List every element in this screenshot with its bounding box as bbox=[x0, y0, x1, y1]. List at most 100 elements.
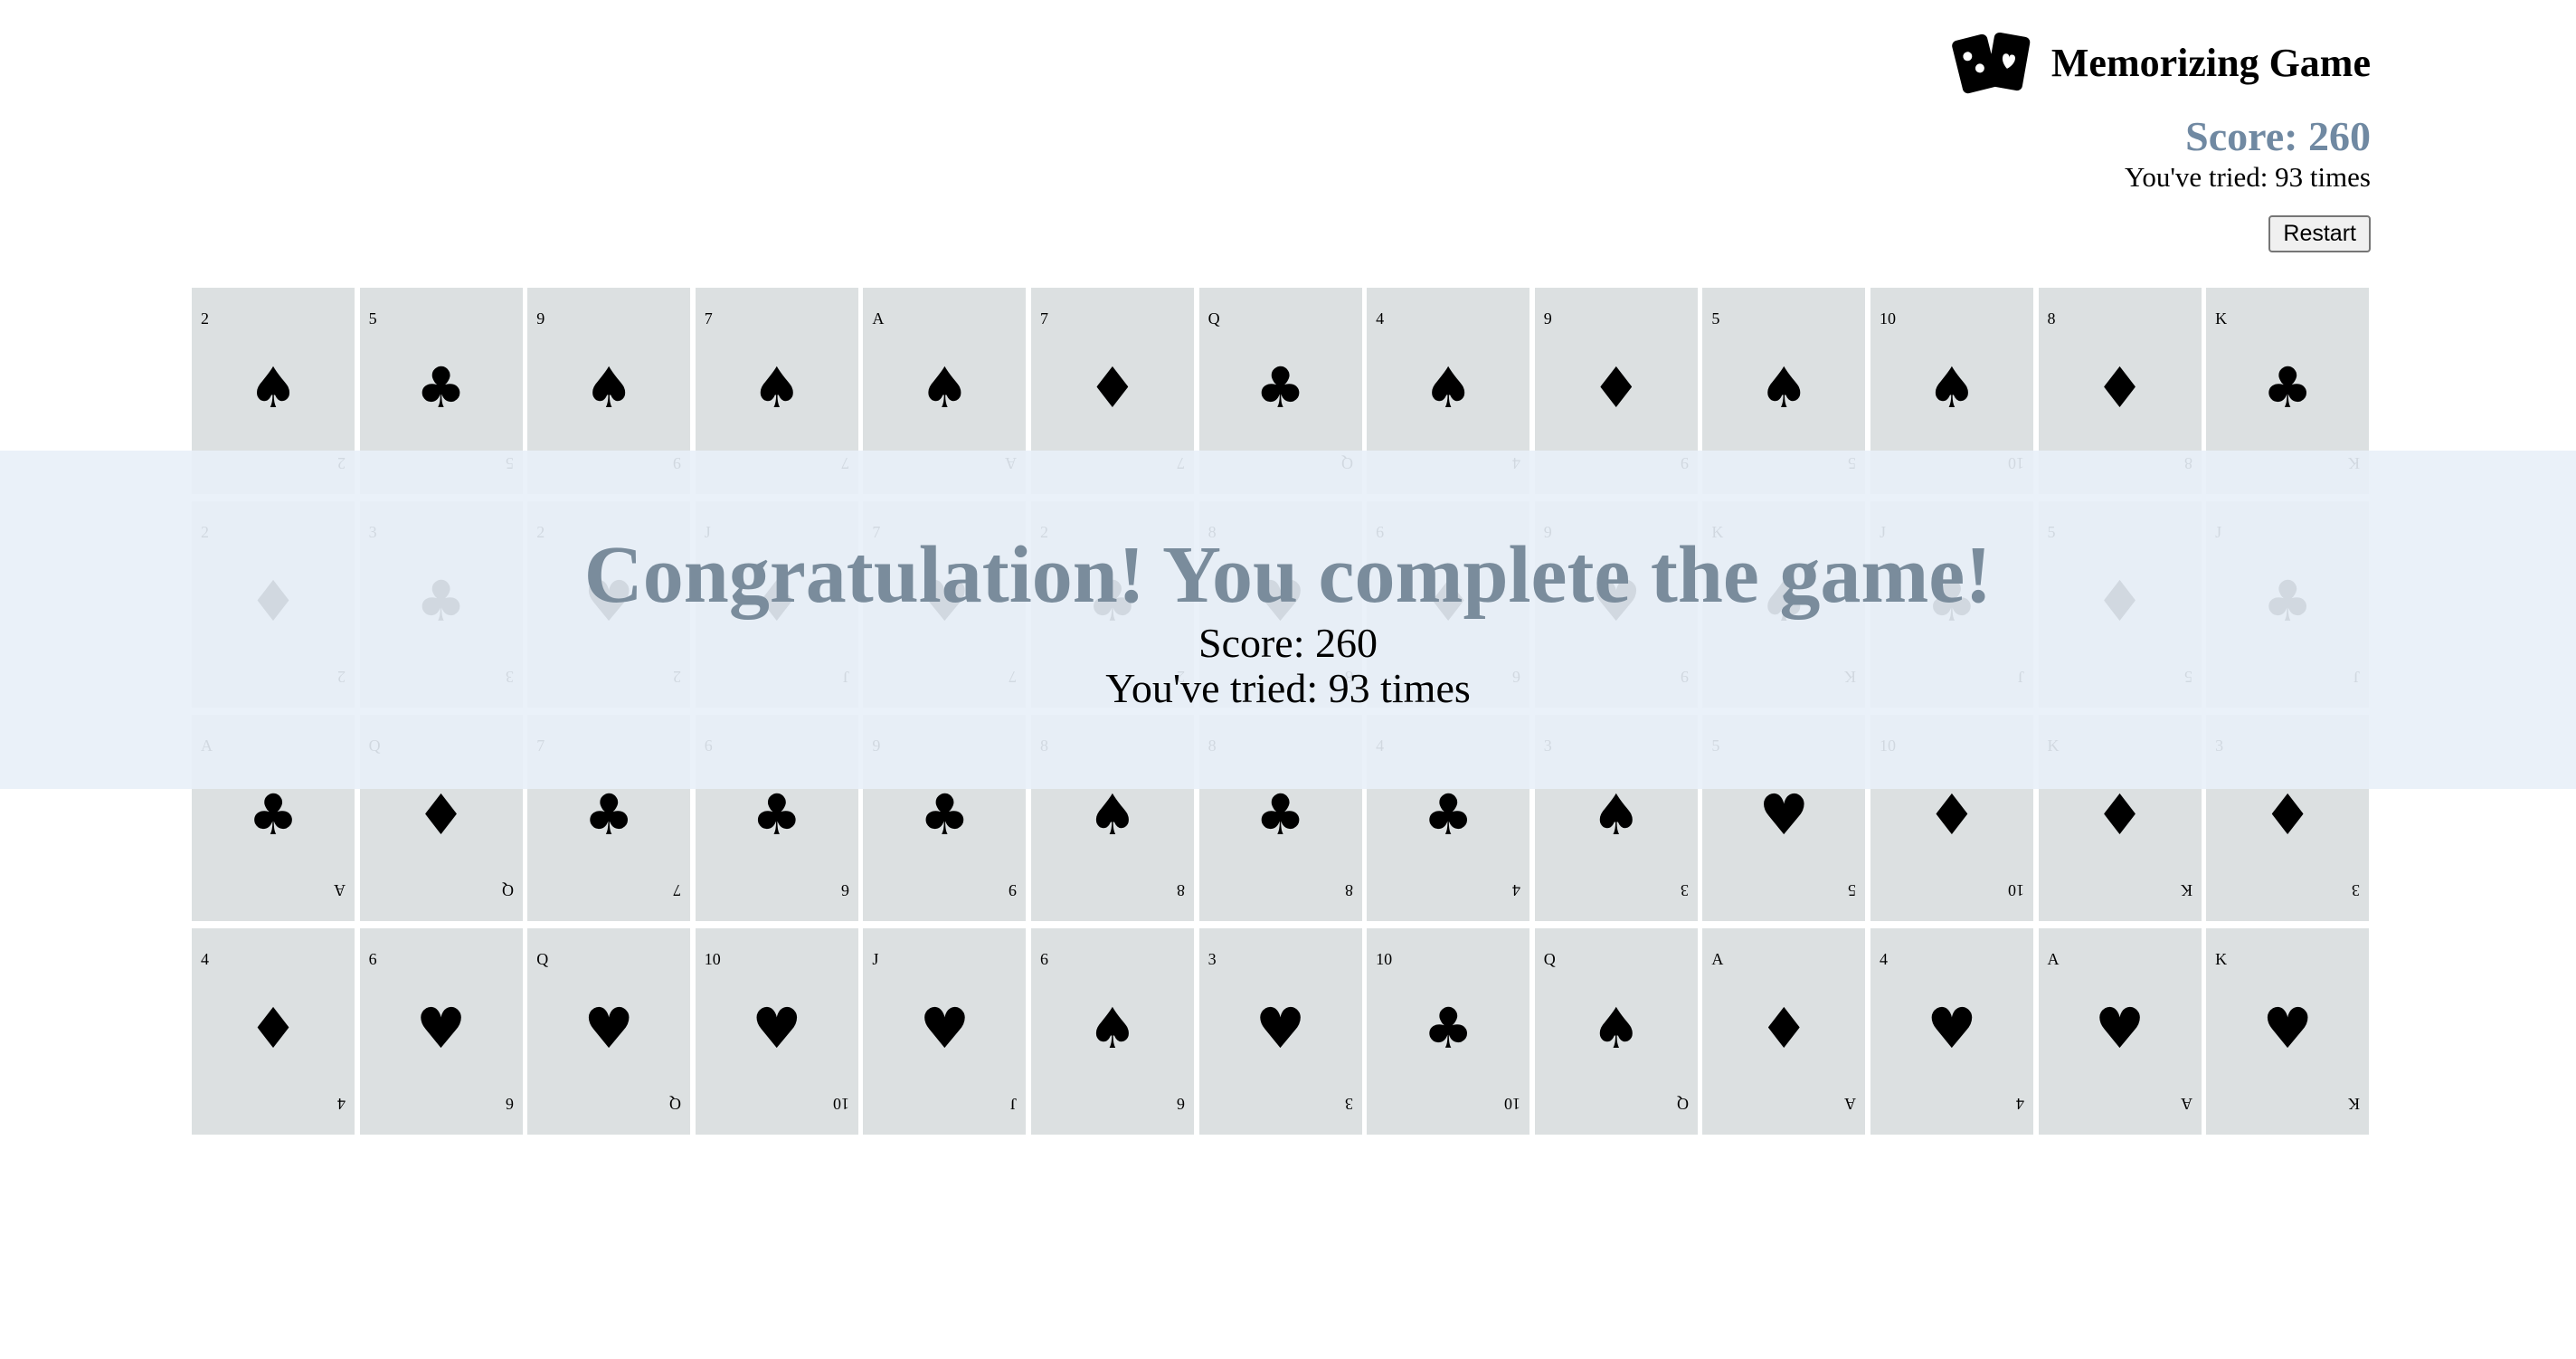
card[interactable]: A ♥ A bbox=[2038, 928, 2202, 1135]
card-rank-bottom: A bbox=[334, 881, 346, 899]
card-suit-icon: ♣ bbox=[1255, 781, 1306, 848]
card-rank-top: 10 bbox=[704, 950, 721, 968]
card-suit-icon: ♠ bbox=[751, 354, 802, 421]
card-rank-bottom: 8 bbox=[1176, 881, 1185, 899]
card-rank-top: K bbox=[2215, 309, 2228, 328]
card-rank-bottom: 3 bbox=[1344, 1095, 1353, 1113]
completion-overlay: Congratulation! You complete the game! S… bbox=[0, 451, 2576, 789]
card-suit-icon: ♥ bbox=[415, 994, 467, 1061]
card-suit-icon: ♦ bbox=[1087, 354, 1138, 421]
card[interactable]: 10 ♣ 10 bbox=[1367, 928, 1530, 1135]
card-suit-icon: ♠ bbox=[1087, 781, 1138, 848]
card-rank-bottom: 6 bbox=[840, 881, 849, 899]
card-suit-icon: ♣ bbox=[583, 781, 634, 848]
card-rank-top: Q bbox=[536, 950, 549, 968]
game-page: Memorizing Game Score: 260 You've tried:… bbox=[0, 0, 2576, 1359]
card-suit-icon: ♠ bbox=[1927, 354, 1977, 421]
card[interactable]: J ♥ J bbox=[863, 928, 1027, 1135]
card-rank-bottom: 5 bbox=[1848, 881, 1857, 899]
card-rank-top: 10 bbox=[1376, 950, 1393, 968]
congratulation-message: Congratulation! You complete the game! bbox=[583, 530, 1993, 620]
card-suit-icon: ♦ bbox=[1590, 354, 1642, 421]
card-rank-bottom: 7 bbox=[673, 881, 682, 899]
card-rank-bottom: Q bbox=[1676, 1095, 1689, 1113]
card[interactable]: 4 ♦ 4 bbox=[192, 928, 355, 1135]
card-suit-icon: ♥ bbox=[1927, 994, 1977, 1061]
card-rank-top: 4 bbox=[1879, 950, 1888, 968]
card[interactable]: Q ♥ Q bbox=[527, 928, 691, 1135]
card-rank-bottom: A bbox=[1844, 1095, 1857, 1113]
card[interactable]: Q ♠ Q bbox=[1534, 928, 1698, 1135]
overlay-score-text: Score: 260 bbox=[1198, 620, 1378, 666]
card-suit-icon: ♥ bbox=[2094, 994, 2145, 1061]
card-rank-bottom: 4 bbox=[337, 1095, 346, 1113]
card[interactable]: A ♦ A bbox=[1702, 928, 1866, 1135]
card[interactable]: 6 ♥ 6 bbox=[359, 928, 523, 1135]
card-suit-icon: ♥ bbox=[1255, 994, 1306, 1061]
tries-text: You've tried: 93 times bbox=[2125, 161, 2371, 193]
card-rank-top: 2 bbox=[201, 309, 209, 328]
card-suit-icon: ♠ bbox=[1758, 354, 1810, 421]
card-rank-bottom: K bbox=[2348, 1095, 2361, 1113]
card-rank-bottom: 10 bbox=[2007, 881, 2024, 899]
card[interactable]: 3 ♥ 3 bbox=[1198, 928, 1362, 1135]
card-suit-icon: ♦ bbox=[1927, 781, 1977, 848]
card-rank-bottom: 6 bbox=[505, 1095, 514, 1113]
card-suit-icon: ♠ bbox=[583, 354, 634, 421]
card-suit-icon: ♣ bbox=[415, 354, 467, 421]
card-rank-top: 8 bbox=[2047, 309, 2056, 328]
card-rank-bottom: 3 bbox=[1680, 881, 1689, 899]
card-rank-top: K bbox=[2215, 950, 2228, 968]
card-suit-icon: ♣ bbox=[1255, 354, 1306, 421]
card-suit-icon: ♦ bbox=[2094, 781, 2145, 848]
card-rank-bottom: K bbox=[2180, 881, 2192, 899]
card-suit-icon: ♥ bbox=[1758, 781, 1810, 848]
card-suit-icon: ♦ bbox=[248, 994, 298, 1061]
card-rank-top: 6 bbox=[368, 950, 377, 968]
card-rank-top: 4 bbox=[201, 950, 209, 968]
card-suit-icon: ♥ bbox=[583, 994, 634, 1061]
card-rank-top: A bbox=[2047, 950, 2060, 968]
card-suit-icon: ♥ bbox=[919, 994, 971, 1061]
card-suit-icon: ♠ bbox=[1423, 354, 1473, 421]
overlay-tries-text: You've tried: 93 times bbox=[1105, 665, 1471, 711]
card-suit-icon: ♠ bbox=[919, 354, 971, 421]
card-suit-icon: ♦ bbox=[415, 781, 467, 848]
card-suit-icon: ♣ bbox=[751, 781, 802, 848]
card-suit-icon: ♠ bbox=[1590, 781, 1642, 848]
card-rank-top: 6 bbox=[1039, 950, 1048, 968]
card-rank-bottom: J bbox=[1010, 1095, 1018, 1113]
card[interactable]: 6 ♠ 6 bbox=[1030, 928, 1194, 1135]
card-rank-top: 7 bbox=[1039, 309, 1048, 328]
card-rank-bottom: 10 bbox=[832, 1095, 849, 1113]
card-rank-bottom: 4 bbox=[2015, 1095, 2024, 1113]
game-title: Memorizing Game bbox=[2050, 40, 2371, 85]
card-rank-top: 5 bbox=[1711, 309, 1720, 328]
score-panel: Score: 260 You've tried: 93 times bbox=[2125, 112, 2371, 194]
card-rank-bottom: A bbox=[2180, 1095, 2192, 1113]
card-suit-icon: ♣ bbox=[1423, 994, 1473, 1061]
card-suit-icon: ♣ bbox=[2262, 354, 2313, 421]
card-suit-icon: ♠ bbox=[1087, 994, 1138, 1061]
playing-cards-icon bbox=[1952, 32, 2031, 94]
card-rank-top: 7 bbox=[704, 309, 713, 328]
card-rank-bottom: Q bbox=[669, 1095, 682, 1113]
card-rank-top: 9 bbox=[536, 309, 545, 328]
card[interactable]: 10 ♥ 10 bbox=[695, 928, 858, 1135]
card-rank-top: A bbox=[1711, 950, 1724, 968]
restart-button[interactable]: Restart bbox=[2268, 215, 2371, 252]
card-rank-top: 10 bbox=[1879, 309, 1896, 328]
card-rank-bottom: 9 bbox=[1009, 881, 1018, 899]
card-rank-top: Q bbox=[1208, 309, 1220, 328]
card-rank-top: A bbox=[872, 309, 885, 328]
card-rank-bottom: 3 bbox=[2352, 881, 2361, 899]
card[interactable]: K ♥ K bbox=[2206, 928, 2370, 1135]
card-suit-icon: ♦ bbox=[1758, 994, 1810, 1061]
card[interactable]: 4 ♥ 4 bbox=[1870, 928, 2033, 1135]
card-suit-icon: ♠ bbox=[1590, 994, 1642, 1061]
card-rank-bottom: 6 bbox=[1176, 1095, 1185, 1113]
card-rank-top: J bbox=[872, 950, 879, 968]
card-rank-bottom: 8 bbox=[1344, 881, 1353, 899]
card-rank-top: 3 bbox=[1208, 950, 1217, 968]
score-text: Score: 260 bbox=[2185, 113, 2371, 159]
